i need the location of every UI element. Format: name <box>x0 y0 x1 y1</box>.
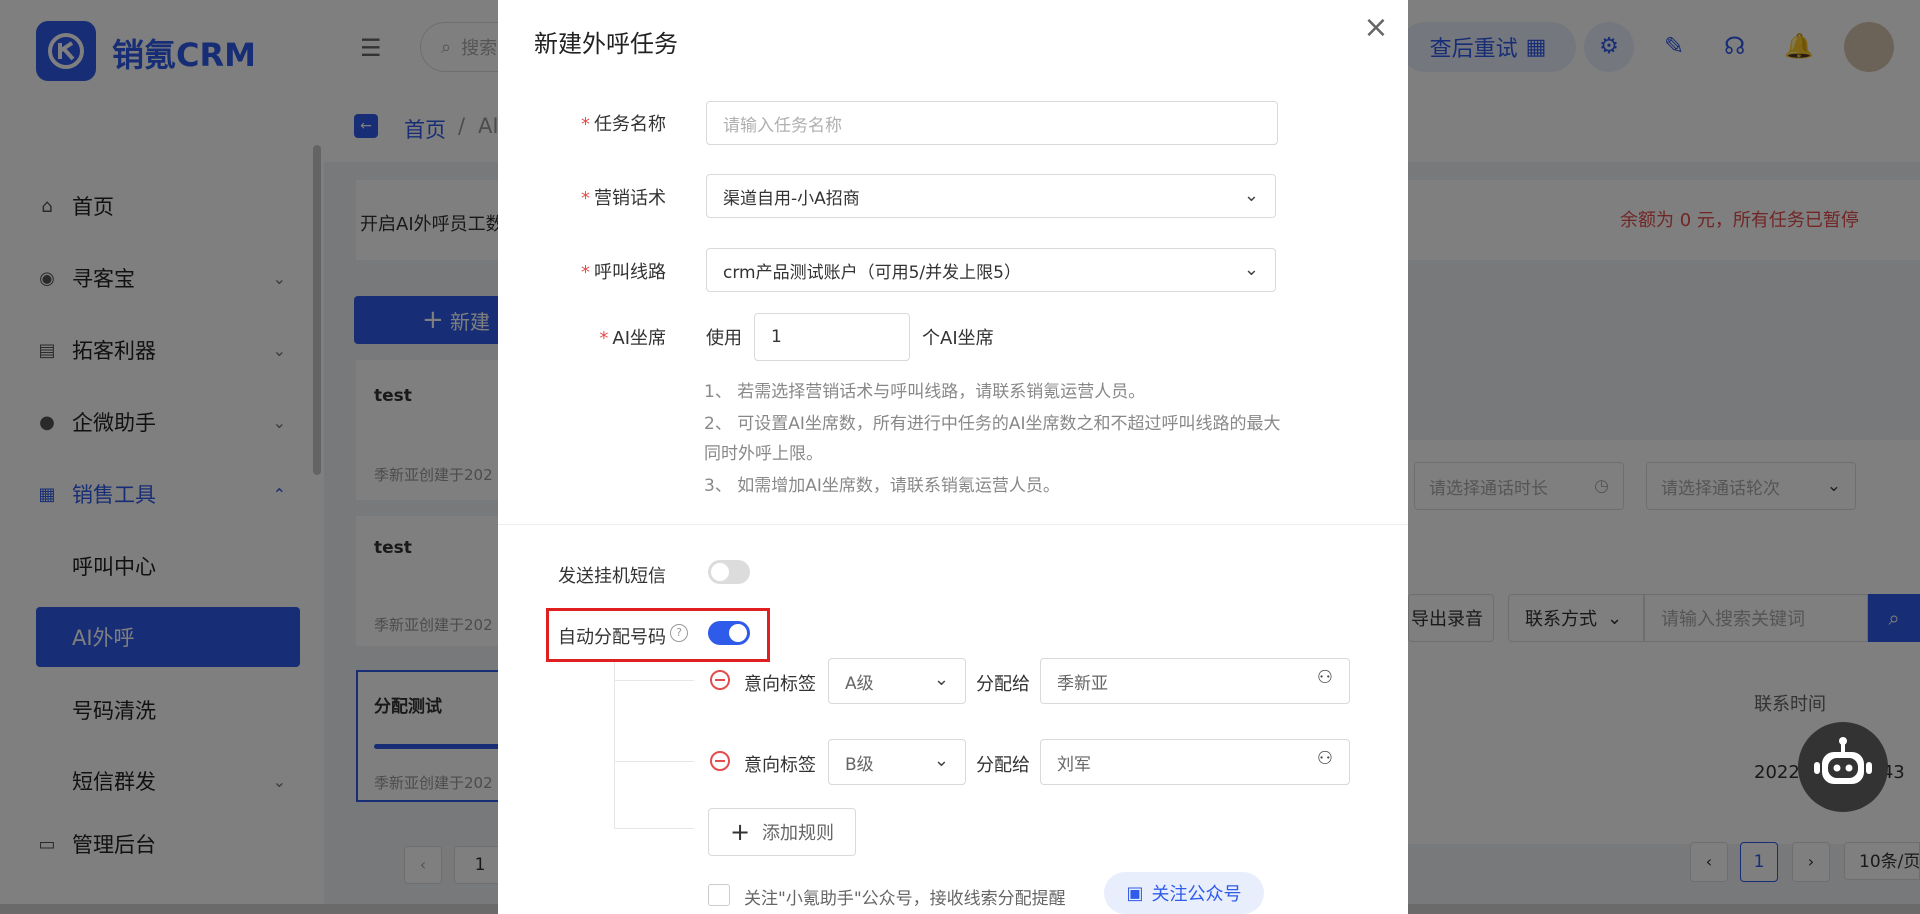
seats-suffix: 个AI坐席 <box>922 328 994 349</box>
rule-assignee-select[interactable]: 季新亚 ⚇ <box>1040 658 1350 704</box>
seats-input[interactable]: 1 <box>754 313 910 361</box>
line-value: crm产品测试账户（可用5/并发上限5） <box>723 262 1021 283</box>
qrcode-icon: ▣ <box>1126 882 1144 904</box>
line-select[interactable]: crm产品测试账户（可用5/并发上限5） ⌄ <box>706 248 1276 292</box>
rule-tag-value: A级 <box>845 673 874 694</box>
modal-title: 新建外呼任务 <box>534 30 678 58</box>
seats-prefix: 使用 <box>706 328 742 349</box>
rule-assignee-select[interactable]: 刘军 ⚇ <box>1040 739 1350 785</box>
script-select[interactable]: 渠道自用-小A招商 ⌄ <box>706 174 1276 218</box>
tree-line <box>614 828 694 829</box>
tree-line <box>614 680 694 681</box>
close-icon[interactable]: × <box>1358 10 1394 46</box>
auto-assign-label: 自动分配号码 <box>558 627 666 648</box>
seats-label: * AI坐席 <box>599 328 666 349</box>
task-name-placeholder: 请输入任务名称 <box>723 115 842 136</box>
follow-button-label: 关注公众号 <box>1151 884 1242 905</box>
rule-assignee: 刘军 <box>1057 754 1091 775</box>
tree-line <box>614 662 615 828</box>
script-value: 渠道自用-小A招商 <box>723 188 860 209</box>
rule-assignee: 季新亚 <box>1057 673 1108 694</box>
follow-text: 关注"小氪助手"公众号，接收线索分配提醒 <box>744 889 1066 909</box>
follow-checkbox[interactable] <box>708 884 730 906</box>
sms-toggle[interactable] <box>708 560 750 584</box>
rule-tag-select[interactable]: A级 ⌄ <box>828 658 966 704</box>
add-user-icon: ⚇ <box>1316 667 1333 688</box>
hint-line: 3、 如需增加AI坐席数，请联系销氪运营人员。 <box>704 476 1060 496</box>
rule-assign-label: 分配给 <box>976 755 1030 776</box>
section-divider <box>498 524 1408 525</box>
sms-label: 发送挂机短信 <box>558 566 666 587</box>
help-icon[interactable]: ? <box>670 624 688 642</box>
plus-icon: + <box>729 818 751 846</box>
chevron-down-icon: ⌄ <box>933 750 949 771</box>
auto-assign-toggle[interactable] <box>708 621 750 645</box>
line-label: * 呼叫线路 <box>581 262 666 283</box>
task-name-input[interactable]: 请输入任务名称 <box>706 101 1278 145</box>
remove-rule-icon[interactable] <box>710 751 730 771</box>
add-rule-label: 添加规则 <box>762 823 835 844</box>
chevron-down-icon: ⌄ <box>1243 259 1259 280</box>
remove-rule-icon[interactable] <box>710 670 730 690</box>
chevron-down-icon: ⌄ <box>933 669 949 690</box>
add-user-icon: ⚇ <box>1316 748 1333 769</box>
rule-tag-select[interactable]: B级 ⌄ <box>828 739 966 785</box>
rule-tag-label: 意向标签 <box>744 674 816 695</box>
add-rule-button[interactable]: + 添加规则 <box>708 808 856 856</box>
follow-account-button[interactable]: ▣ 关注公众号 <box>1104 872 1264 914</box>
task-name-label: * 任务名称 <box>581 114 666 135</box>
chevron-down-icon: ⌄ <box>1243 185 1259 206</box>
rule-tag-value: B级 <box>845 754 874 775</box>
seats-value: 1 <box>771 327 782 347</box>
new-task-modal: 新建外呼任务 × * 任务名称 请输入任务名称 * 营销话术 渠道自用-小A招商 ⌄… <box>498 0 1408 914</box>
tree-line <box>614 761 694 762</box>
rule-tag-label: 意向标签 <box>744 755 816 776</box>
rule-assign-label: 分配给 <box>976 674 1030 695</box>
hint-line: 同时外呼上限。 <box>704 444 823 464</box>
robot-assistant-icon[interactable] <box>1798 722 1888 812</box>
hint-line: 1、 若需选择营销话术与呼叫线路，请联系销氪运营人员。 <box>704 382 1146 402</box>
script-label: * 营销话术 <box>581 188 666 209</box>
hint-line: 2、 可设置AI坐席数，所有进行中任务的AI坐席数之和不超过呼叫线路的最大 <box>704 414 1281 434</box>
